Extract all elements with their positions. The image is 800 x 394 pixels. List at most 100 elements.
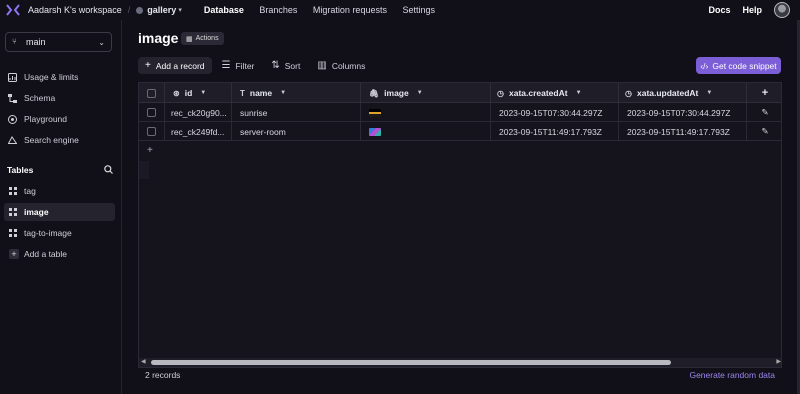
branch-icon: ⑂ [12,37,17,46]
database-selector[interactable]: gallery [147,5,176,15]
sort-button[interactable]: ⇅ Sort [264,57,307,74]
table-label: tag [24,186,36,196]
tables-heading: Tables [7,165,34,175]
add-column-button[interactable]: + [747,83,781,103]
filter-icon: ☰ [221,60,231,71]
sidebar-table-tag-to-image[interactable]: tag-to-image [4,224,115,242]
snippet-label: Get code snippet [712,60,777,71]
filter-button[interactable]: ☰ Filter [215,57,262,74]
column-header-image[interactable]: 🖇 image ▼ [361,83,491,103]
column-header-id[interactable]: ⊛ id ▼ [165,83,232,103]
sidebar-item-usage[interactable]: Usage & limits [8,69,78,85]
docs-link[interactable]: Docs [708,5,730,15]
row-select-cell [139,122,165,141]
edit-row-button[interactable]: ✎ [747,103,781,122]
grid-icon: ▦ [186,35,193,43]
table-header: ⊛ id ▼ T name ▼ 🖇 image ▼ ◷ xata.created… [139,83,781,103]
cell-image[interactable] [361,103,491,122]
image-thumbnail[interactable] [369,108,381,117]
page-title: image [138,30,179,46]
edit-row-button[interactable]: ✎ [747,122,781,141]
table-row[interactable]: rec_ck249fd... server-room 2023-09-15T11… [139,122,781,141]
table-row[interactable]: rec_ck20g90... sunrise 2023-09-15T07:30:… [139,103,781,122]
schema-icon [8,93,17,103]
datetime-icon: ◷ [497,88,504,98]
chevron-down-icon[interactable]: ▼ [417,90,423,96]
id-icon: ⊛ [173,88,180,98]
cell-name[interactable]: sunrise [232,103,361,122]
column-label: id [184,88,193,98]
cell-id[interactable]: rec_ck20g90... [165,103,232,122]
cell-id[interactable]: rec_ck249fd... [165,122,232,141]
scrollbar-thumb[interactable] [151,360,671,365]
nav-database[interactable]: Database [204,5,244,15]
chevron-down-icon[interactable]: ▼ [576,90,582,96]
cell-name[interactable]: server-room [232,122,361,141]
xata-logo-icon[interactable] [6,4,20,16]
breadcrumb-separator: / [127,5,131,15]
sidebar-item-playground[interactable]: Playground [8,111,67,127]
get-code-snippet-button[interactable]: ‹/› Get code snippet [696,57,781,74]
chevron-down-icon[interactable]: ▼ [706,90,712,96]
sidebar: ⑂ main ⌄ Usage & limits Schema Playgroun… [0,20,122,394]
datetime-icon: ◷ [625,88,632,98]
column-label: name [249,88,273,98]
generate-random-data-link[interactable]: Generate random data [689,370,775,380]
branch-selector[interactable]: ⑂ main ⌄ [5,32,112,52]
column-header-name[interactable]: T name ▼ [232,83,361,103]
cell-created-at[interactable]: 2023-09-15T07:30:44.297Z [491,103,619,122]
sidebar-item-schema[interactable]: Schema [8,90,55,106]
scroll-right-icon[interactable]: ▶ [776,358,781,365]
branch-name: main [26,37,46,47]
plus-icon: + [761,87,769,99]
cell-created-at[interactable]: 2023-09-15T11:49:17.793Z [491,122,619,141]
select-all-cell [139,83,165,103]
sidebar-table-image[interactable]: image [4,203,115,221]
column-label: xata.createdAt [508,88,568,98]
horizontal-scrollbar[interactable]: ◀ ▶ [139,358,781,367]
sidebar-table-tag[interactable]: tag [4,182,115,200]
add-table-button[interactable]: + Add a table [4,245,115,263]
chevron-down-icon[interactable]: ▼ [280,90,286,96]
actions-button[interactable]: ▦ Actions [181,32,224,45]
column-header-updated-at[interactable]: ◷ xata.updatedAt ▼ [619,83,747,103]
image-thumbnail[interactable] [369,127,381,136]
plus-icon: + [9,249,19,259]
columns-button[interactable]: ▥ Columns [310,57,372,74]
actions-label: Actions [195,35,219,42]
add-row-button[interactable]: + [139,142,781,161]
pencil-icon: ✎ [761,126,769,136]
scroll-left-icon[interactable]: ◀ [141,358,146,365]
cell-image[interactable] [361,122,491,141]
sidebar-item-label: Usage & limits [24,72,79,82]
table-icon [9,208,17,216]
nav-branches[interactable]: Branches [259,5,297,15]
row-checkbox[interactable] [147,108,156,117]
row-checkbox[interactable] [147,127,156,136]
add-record-button[interactable]: + Add a record [138,57,212,74]
avatar[interactable] [774,2,790,18]
nav-settings[interactable]: Settings [402,5,435,15]
sidebar-item-search-engine[interactable]: Search engine [8,132,79,148]
workspace-name[interactable]: Aadarsh K's workspace [28,5,122,15]
cell-updated-at[interactable]: 2023-09-15T11:49:17.793Z [619,122,747,141]
record-count: 2 records [145,370,181,380]
table-label: tag-to-image [24,228,72,238]
chart-icon [8,72,17,82]
table-label: image [24,207,49,217]
sort-label: Sort [284,60,301,71]
sidebar-item-label: Playground [24,114,68,124]
add-record-label: Add a record [155,60,205,71]
column-header-created-at[interactable]: ◷ xata.createdAt ▼ [491,83,619,103]
columns-label: Columns [331,60,366,71]
playground-icon [8,114,17,124]
help-link[interactable]: Help [742,5,762,15]
sort-icon: ⇅ [271,60,280,71]
chevron-down-icon[interactable]: ▾ [178,6,182,14]
chevron-down-icon[interactable]: ▼ [200,90,206,96]
nav-migration-requests[interactable]: Migration requests [313,5,387,15]
search-icon[interactable] [104,165,113,174]
cell-updated-at[interactable]: 2023-09-15T07:30:44.297Z [619,103,747,122]
add-table-label: Add a table [24,249,68,259]
select-all-checkbox[interactable] [147,88,156,98]
